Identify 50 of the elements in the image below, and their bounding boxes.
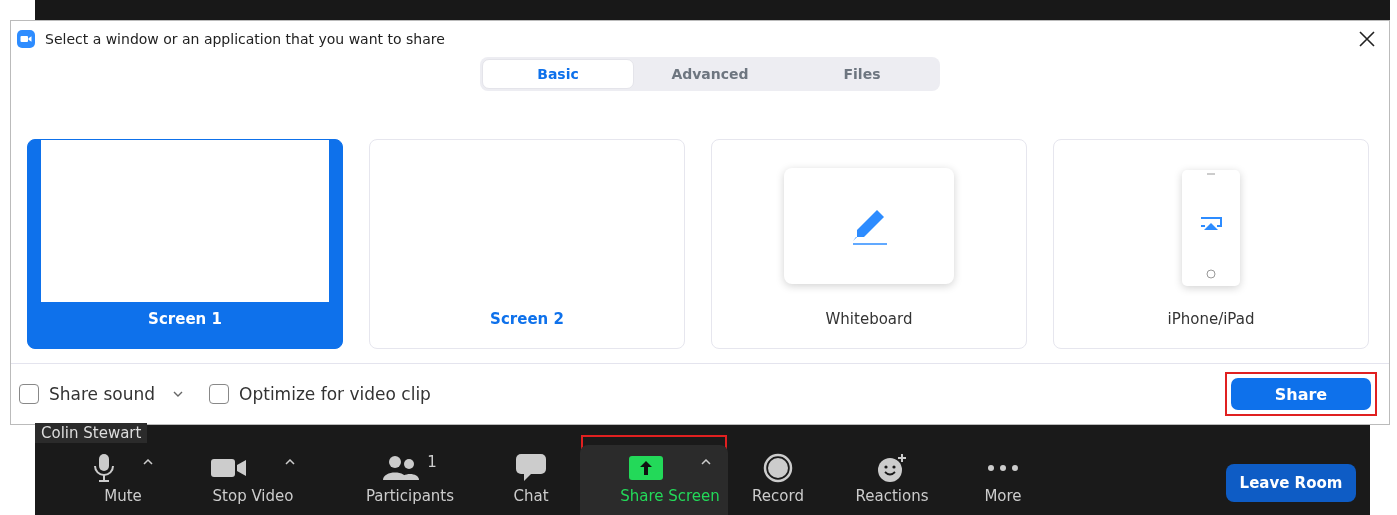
card-label: iPhone/iPad [1167,310,1255,328]
share-option-card[interactable]: Whiteboard [711,139,1027,349]
caret-icon[interactable] [701,459,711,465]
card-label: Screen 2 [490,310,564,328]
toolbar-button[interactable]: Chat [505,445,557,515]
checkbox[interactable] [209,384,230,404]
video-camera-icon [211,458,247,478]
toolbar-label: Participants [365,487,455,505]
toolbar-button[interactable]: Stop Video [171,445,303,515]
option-label: Share sound [49,384,156,404]
chat-icon [516,454,546,482]
record-icon [763,453,793,483]
card-label: Whiteboard [825,310,913,328]
chevron-down-icon[interactable] [173,391,184,397]
caret-icon[interactable] [285,459,295,465]
toolbar-button[interactable]: More [976,445,1030,515]
toolbar-button[interactable]: Reactions [847,445,937,515]
tab[interactable]: Basic [482,59,634,89]
dialog-title: Select a window or an application that you want to share [45,31,446,47]
tab[interactable]: Files [786,59,938,89]
toolbar-label: Share Screen [620,487,720,505]
people-icon [383,455,420,481]
toolbar-button[interactable]: Share Screen [580,445,728,515]
share-option-card[interactable]: iPhone/iPad [1053,139,1369,349]
close-icon[interactable] [1359,31,1375,47]
share-option-card[interactable]: Screen 1 [27,139,343,349]
toolbar-label: Stop Video [212,487,294,505]
camera-icon [17,30,35,48]
share-option-card[interactable]: Screen 2 [369,139,685,349]
toolbar-label: Reactions [855,487,929,505]
card-label: Screen 1 [148,310,222,328]
leave-room-button[interactable]: Leave Room [1226,464,1356,502]
caret-icon[interactable] [143,459,153,465]
tab[interactable]: Advanced [634,59,786,89]
share-screen-icon [629,456,663,480]
participant-count: 1 [427,453,437,471]
toolbar-button[interactable]: 1 Participants [357,445,463,515]
checkbox[interactable] [19,384,39,404]
smiley-icon [877,453,907,483]
more-icon [987,464,1019,472]
toolbar-label: More [984,487,1022,505]
toolbar-label: Chat [513,487,549,505]
microphone-icon [93,453,115,483]
toolbar-label: Mute [104,487,142,505]
participant-name: Colin Stewart [35,423,148,443]
option-label: Optimize for video clip [239,384,431,404]
toolbar-label: Record [752,487,804,505]
toolbar-button[interactable]: Mute [65,445,161,515]
toolbar-button[interactable]: Record [744,445,812,515]
share-button[interactable]: Share [1231,378,1371,410]
